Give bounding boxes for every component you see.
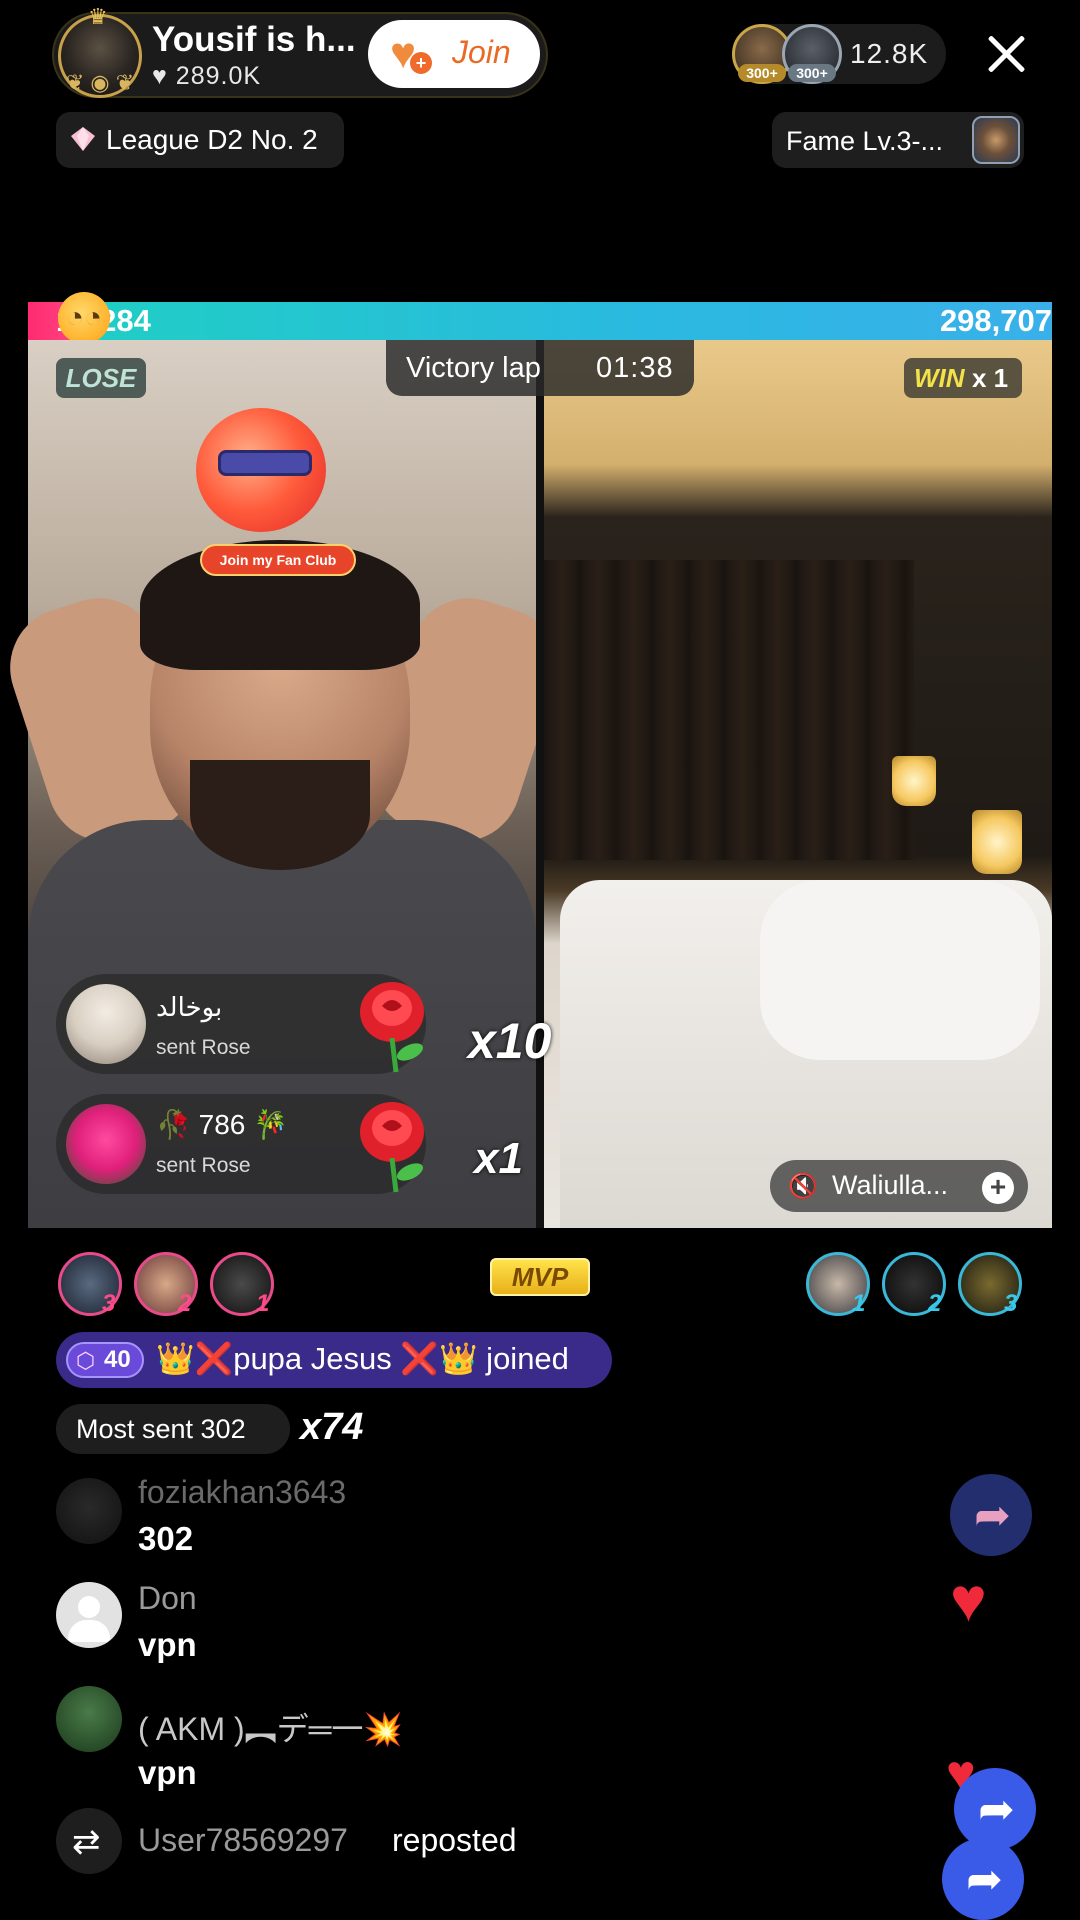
rank-number: 3 [1004, 1290, 1018, 1317]
level-number: 40 [104, 1346, 131, 1373]
video-divider [536, 340, 544, 1228]
viewer-badge: 300+ [788, 64, 836, 82]
fan-heart-icon: ♥ [390, 29, 417, 78]
repost-icon: ⇄ [72, 1823, 101, 1861]
right-team-score: 298,707 [939, 303, 1052, 338]
rank-number: 2 [178, 1290, 192, 1317]
video-content [544, 560, 914, 860]
fame-badge-icon [972, 116, 1020, 164]
video-content [972, 810, 1022, 874]
rank-number: 1 [256, 1290, 270, 1317]
gift-action: sent Rose [156, 1154, 251, 1177]
video-content [190, 760, 370, 870]
rose-icon [360, 982, 424, 1073]
video-content [760, 880, 1040, 1060]
most-sent-multiplier: x74 [300, 1406, 364, 1448]
viewer-count: 12.8K [850, 38, 929, 69]
rose-icon [360, 1102, 424, 1193]
chat-message: 302 [138, 1520, 194, 1557]
host-likes-count: 289.0K [175, 62, 262, 90]
pleading-face-icon: ◔◔ [58, 292, 110, 344]
muted-speaker-icon: 🔇 [788, 1173, 818, 1200]
win-label: WIN [914, 363, 965, 393]
guest-name: Waliulla... [832, 1170, 949, 1200]
chat-message: vpn [138, 1754, 197, 1791]
heart-icon: ♥ [152, 62, 168, 90]
video-content [892, 756, 936, 806]
diamond-icon [71, 127, 95, 151]
gifter-avatar[interactable] [66, 984, 146, 1064]
chat-avatar[interactable] [56, 1478, 122, 1544]
sunglasses-icon [218, 450, 312, 476]
gifter-name: 🥀 786 🎋 [156, 1109, 289, 1140]
heart-icon[interactable]: ♥ [950, 1566, 987, 1636]
win-multiplier: x 1 [972, 363, 1009, 393]
chat-username[interactable]: ( AKM )︻デ═一💥 [138, 1704, 403, 1750]
gifter-name: بوخالد [156, 992, 223, 1022]
joined-text: 👑❌pupa Jesus ❌👑 joined [156, 1341, 569, 1376]
chat-username[interactable]: foziakhan3643 [138, 1474, 346, 1511]
mvp-badge: MVP [490, 1258, 590, 1296]
gift-count: x10 [468, 1013, 552, 1069]
join-fan-club-button[interactable]: Join my Fan Club [200, 544, 356, 576]
rank-number: 1 [852, 1290, 866, 1317]
host-name: Yousif is h... [152, 20, 356, 59]
chat-username[interactable]: Don [138, 1580, 197, 1617]
gift-action: sent Rose [156, 1036, 251, 1059]
fame-label: Fame Lv.3-... [786, 126, 944, 156]
repost-username[interactable]: User78569297 [138, 1822, 348, 1859]
default-avatar-icon [78, 1596, 100, 1618]
rank-number: 2 [928, 1290, 942, 1317]
viewer-badge: 300+ [738, 64, 786, 82]
close-icon[interactable] [982, 30, 1030, 78]
gifter-avatar[interactable] [66, 1104, 146, 1184]
share-icon: ➦ [974, 1491, 1011, 1540]
host-likes: ♥ 289.0K [152, 62, 261, 91]
plus-icon: + [410, 52, 432, 74]
crown-icon: ♛ [88, 4, 108, 29]
level-icon: ⬡ [76, 1348, 96, 1373]
timer-value: 01:38 [596, 352, 674, 384]
follow-plus-icon[interactable]: + [982, 1172, 1014, 1204]
share-icon: ➦ [966, 1855, 1003, 1904]
rank-number: 3 [102, 1290, 116, 1317]
share-icon: ➦ [978, 1785, 1015, 1834]
most-sent-label: Most sent 302 [76, 1414, 246, 1444]
repost-action: reposted [392, 1822, 517, 1858]
chat-avatar[interactable] [56, 1686, 122, 1752]
league-label: League D2 No. 2 [106, 124, 318, 155]
gift-count: x1 [474, 1134, 523, 1183]
join-button-label: Join [452, 34, 511, 70]
host-frame-wings-icon: ❦ ◉ ❦ [65, 70, 135, 95]
timer-label: Victory lap [406, 352, 541, 384]
chat-message: vpn [138, 1626, 197, 1663]
lose-badge: LOSE [56, 358, 146, 398]
